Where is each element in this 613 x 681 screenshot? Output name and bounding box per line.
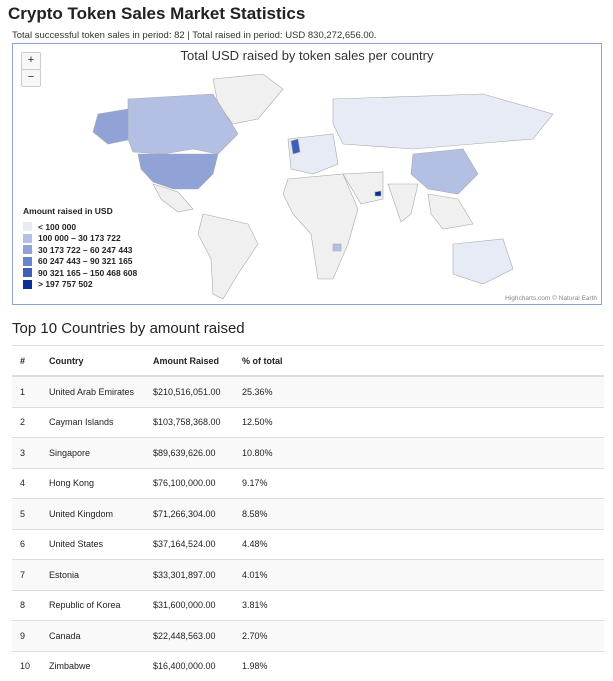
cell-amount: $31,600,000.00 — [145, 589, 234, 621]
cell-percent: 25.36% — [234, 375, 604, 407]
cell-rank: 8 — [12, 589, 41, 621]
cell-country: Estonia — [41, 559, 145, 590]
cell-percent: 4.48% — [234, 528, 604, 560]
cell-country: Hong Kong — [41, 467, 145, 499]
cell-amount: $103,758,368.00 — [145, 406, 234, 438]
cell-amount: $89,639,626.00 — [145, 437, 234, 468]
cell-percent: 8.58% — [234, 498, 604, 529]
cell-country: Republic of Korea — [41, 589, 145, 621]
legend-item[interactable]: 100 000 – 30 173 722 — [23, 233, 137, 245]
legend-label: 60 247 443 – 90 321 165 — [38, 256, 133, 267]
cell-percent: 1.98% — [234, 650, 604, 681]
legend-title: Amount raised in USD — [23, 206, 113, 216]
table-row: 8 Republic of Korea $31,600,000.00 3.81% — [12, 589, 604, 621]
legend-item[interactable]: 60 247 443 – 90 321 165 — [23, 256, 137, 268]
country-united-states[interactable] — [137, 153, 219, 190]
cell-percent: 12.50% — [234, 406, 604, 438]
cell-percent: 3.81% — [234, 589, 604, 621]
legend-label: 30 173 722 – 60 247 443 — [38, 244, 133, 255]
table-row: 6 United States $37,164,524.00 4.48% — [12, 528, 604, 560]
cell-rank: 10 — [12, 650, 41, 681]
cell-amount: $37,164,524.00 — [145, 528, 234, 560]
table-row: 2 Cayman Islands $103,758,368.00 12.50% — [12, 406, 604, 438]
cell-rank: 3 — [12, 437, 41, 468]
cell-amount: $76,100,000.00 — [145, 467, 234, 499]
table-row: 5 United Kingdom $71,266,304.00 8.58% — [12, 498, 604, 529]
legend-swatch — [23, 256, 32, 266]
legend-swatch — [23, 222, 32, 232]
legend-label: > 197 757 502 — [38, 279, 93, 290]
cell-amount: $71,266,304.00 — [145, 498, 234, 529]
cell-percent: 10.80% — [234, 437, 604, 468]
cell-rank: 5 — [12, 498, 41, 529]
cell-country: United Kingdom — [41, 498, 145, 529]
country-china[interactable] — [410, 148, 479, 195]
table-row: 1 United Arab Emirates $210,516,051.00 25.3… — [12, 375, 604, 407]
cell-rank: 1 — [12, 375, 41, 407]
legend-item[interactable]: 30 173 722 – 60 247 443 — [23, 244, 137, 256]
cell-amount: $33,301,897.00 — [145, 559, 234, 590]
col-header-amount: Amount Raised — [145, 345, 234, 377]
cell-rank: 9 — [12, 620, 41, 651]
legend-swatch — [23, 245, 32, 255]
legend-label: 90 321 165 – 150 468 608 — [38, 267, 138, 278]
cell-country: United Arab Emirates — [41, 375, 145, 407]
col-header-rank: # — [12, 345, 41, 377]
cell-percent: 2.70% — [234, 620, 604, 651]
cell-percent: 9.17% — [234, 467, 604, 499]
table-row: 3 Singapore $89,639,626.00 10.80% — [12, 437, 604, 468]
cell-country: Zimbabwe — [41, 650, 145, 681]
cell-rank: 4 — [12, 467, 41, 499]
cell-rank: 7 — [12, 559, 41, 590]
col-header-percent: % of total — [234, 345, 604, 377]
countries-table: # Country Amount Raised % of total 1 Unit… — [12, 345, 604, 681]
legend-label: 100 000 – 30 173 722 — [38, 233, 121, 244]
country-russia[interactable] — [332, 93, 554, 150]
cell-country: Canada — [41, 620, 145, 651]
cell-amount: $16,400,000.00 — [145, 650, 234, 681]
legend-item[interactable]: > 197 757 502 — [23, 279, 137, 291]
cell-rank: 6 — [12, 528, 41, 560]
country-south-america[interactable] — [197, 213, 259, 300]
country-se-asia[interactable] — [427, 193, 474, 230]
country-uae[interactable] — [374, 190, 382, 197]
page-title: Crypto Token Sales Market Statistics — [8, 4, 306, 23]
table-title: Top 10 Countries by amount raised — [12, 320, 245, 337]
legend-item[interactable]: < 100 000 — [23, 221, 137, 233]
legend-item[interactable]: 90 321 165 – 150 468 608 — [23, 267, 137, 279]
country-alaska[interactable] — [92, 108, 134, 145]
table-row: 4 Hong Kong $76,100,000.00 9.17% — [12, 467, 604, 499]
country-india[interactable] — [387, 183, 419, 223]
world-map-chart[interactable]: + − Total USD raised by token sales per … — [12, 43, 602, 305]
map-credit[interactable]: Highcharts.com © Natural Earth — [505, 295, 597, 302]
cell-country: Cayman Islands — [41, 406, 145, 438]
cell-country: United States — [41, 528, 145, 560]
country-australia[interactable] — [452, 238, 514, 285]
cell-country: Singapore — [41, 437, 145, 468]
cell-percent: 4.01% — [234, 559, 604, 590]
legend-swatch — [23, 279, 32, 289]
map-legend: Amount raised in USD < 100 000 100 000 –… — [23, 206, 137, 290]
cell-amount: $22,448,563.00 — [145, 620, 234, 651]
table-row: 10 Zimbabwe $16,400,000.00 1.98% — [12, 650, 604, 681]
country-zimbabwe[interactable] — [332, 243, 342, 252]
summary-text: Total successful token sales in period: … — [12, 30, 377, 41]
col-header-country: Country — [41, 345, 145, 377]
legend-swatch — [23, 233, 32, 243]
legend-label: < 100 000 — [38, 221, 77, 232]
country-africa[interactable] — [282, 173, 359, 280]
cell-amount: $210,516,051.00 — [145, 375, 234, 407]
table-row: 9 Canada $22,448,563.00 2.70% — [12, 620, 604, 651]
table-row: 7 Estonia $33,301,897.00 4.01% — [12, 559, 604, 590]
legend-swatch — [23, 268, 32, 278]
cell-rank: 2 — [12, 406, 41, 438]
